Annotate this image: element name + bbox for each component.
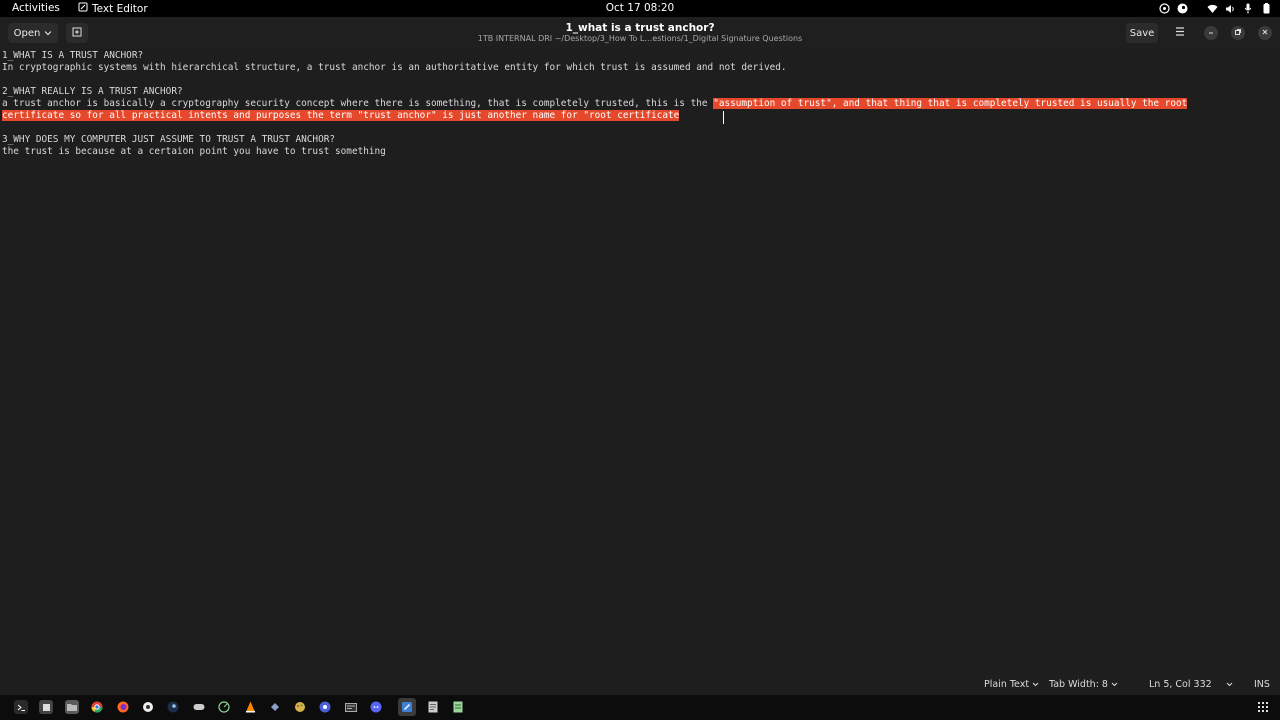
minimize-icon <box>1207 28 1215 38</box>
tab-width-selector[interactable]: Tab Width: 8 <box>1049 679 1118 690</box>
cursor-position[interactable]: Ln 5, Col 332 <box>1149 679 1212 690</box>
activities-button[interactable]: Activities <box>12 2 60 14</box>
vlc-icon[interactable] <box>243 700 257 714</box>
terminal2-icon[interactable] <box>344 700 358 714</box>
text-line[interactable]: 1_WHAT IS A TRUST ANCHOR? <box>2 50 143 62</box>
position-menu-button[interactable] <box>1226 679 1233 690</box>
restore-icon <box>1234 28 1242 38</box>
minimize-button[interactable] <box>1204 26 1218 40</box>
steam-icon[interactable] <box>166 700 180 714</box>
microphone-icon[interactable] <box>1242 3 1254 15</box>
settings-icon[interactable] <box>141 700 155 714</box>
tab-width-label: Tab Width: 8 <box>1049 679 1108 690</box>
app-name: Text Editor <box>92 2 148 15</box>
folder-icon[interactable] <box>65 700 79 714</box>
steam-icon[interactable] <box>1176 3 1188 15</box>
maximize-button[interactable] <box>1231 26 1245 40</box>
game-icon[interactable] <box>192 700 206 714</box>
save-button[interactable]: Save <box>1126 23 1158 43</box>
app-icon[interactable] <box>268 700 282 714</box>
document-title: 1_what is a trust anchor? <box>565 22 715 34</box>
clock[interactable]: Oct 17 08:20 <box>606 2 674 14</box>
document-path: 1TB INTERNAL DRI ~/Desktop/3_How To L…es… <box>477 34 803 43</box>
close-button[interactable] <box>1258 26 1272 40</box>
close-icon <box>1261 28 1269 38</box>
document-icon[interactable] <box>451 700 465 714</box>
new-tab-icon <box>72 27 82 40</box>
hamburger-menu-icon <box>1175 27 1185 39</box>
dock <box>0 695 1280 720</box>
text-line[interactable]: a trust anchor is basically a cryptograp… <box>2 98 1188 110</box>
header-bar: Open 1_what is a trust anchor? 1TB INTER… <box>0 17 1280 49</box>
paint-icon[interactable] <box>293 700 307 714</box>
files-manager-icon[interactable] <box>39 700 53 714</box>
open-label: Open <box>13 27 41 39</box>
chrome-icon[interactable] <box>90 700 104 714</box>
status-bar: Plain Text Tab Width: 8 Ln 5, Col 332 IN… <box>0 675 1280 695</box>
window-title-area: 1_what is a trust anchor? 1TB INTERNAL D… <box>340 22 940 44</box>
chevron-down-icon <box>44 28 52 39</box>
text-line[interactable]: the trust is because at a certaion point… <box>2 146 386 158</box>
system-tray[interactable] <box>1158 1 1272 16</box>
text-cursor <box>723 111 724 124</box>
proton-icon[interactable] <box>318 700 332 714</box>
insert-mode-indicator[interactable]: INS <box>1254 679 1270 690</box>
battery-icon[interactable] <box>1260 3 1272 15</box>
text-line[interactable]: 3_WHY DOES MY COMPUTER JUST ASSUME TO TR… <box>2 134 335 146</box>
text-line[interactable]: In cryptographic systems with hierarchic… <box>2 62 787 74</box>
color-icon[interactable] <box>1158 3 1170 15</box>
text-line[interactable]: 2_WHAT REALLY IS A TRUST ANCHOR? <box>2 86 183 98</box>
chevron-down-icon <box>1032 679 1039 690</box>
main-menu-button[interactable] <box>1170 23 1190 43</box>
language-selector[interactable]: Plain Text <box>984 679 1039 690</box>
notes-icon[interactable] <box>426 700 440 714</box>
text-editor-area[interactable]: 1_WHAT IS A TRUST ANCHOR? In cryptograph… <box>0 49 1280 675</box>
chevron-down-icon <box>1111 679 1118 690</box>
language-label: Plain Text <box>984 679 1030 690</box>
selected-text: certificate so for all practical intents… <box>2 110 680 121</box>
app-menu[interactable]: Text Editor <box>78 2 148 15</box>
new-tab-button[interactable] <box>66 23 88 43</box>
top-bar: Activities Text Editor Oct 17 08:20 <box>0 0 1280 17</box>
open-button[interactable]: Open <box>8 23 58 43</box>
system-monitor-icon[interactable] <box>217 700 231 714</box>
firefox-icon[interactable] <box>116 700 130 714</box>
apps-grid-icon[interactable] <box>1256 700 1270 714</box>
wifi-icon[interactable] <box>1206 3 1218 15</box>
text-editor-icon <box>78 2 88 15</box>
discord-icon[interactable] <box>369 700 383 714</box>
volume-icon[interactable] <box>1224 3 1236 15</box>
terminal-icon[interactable] <box>14 700 28 714</box>
text-segment: a trust anchor is basically a cryptograp… <box>2 98 714 109</box>
selected-text: "assumption of trust", and that thing th… <box>713 98 1188 109</box>
text-editor-icon[interactable] <box>398 698 416 716</box>
chevron-down-icon <box>1226 679 1233 690</box>
text-line[interactable]: certificate so for all practical intents… <box>0 110 680 122</box>
